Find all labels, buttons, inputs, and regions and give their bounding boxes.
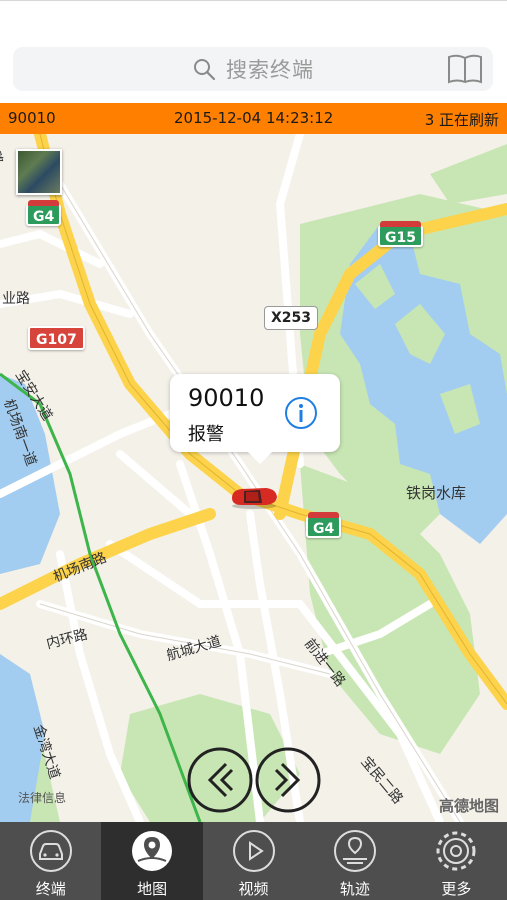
next-vehicle-button[interactable] [254, 746, 322, 814]
search-input[interactable]: 搜索终端 [13, 47, 493, 91]
book-icon[interactable] [447, 53, 483, 85]
vehicle-id: 90010 [8, 109, 56, 127]
app-root: 搜索终端 90010 2015-12-04 14:23:12 3 正在刷新 G4… [0, 0, 507, 900]
tab-track[interactable]: 轨迹 [304, 822, 405, 900]
highway-shield-g15: G15 [378, 221, 423, 247]
tab-label: 视频 [238, 880, 269, 898]
tab-terminal[interactable]: 终端 [0, 822, 101, 900]
info-icon[interactable] [284, 396, 318, 430]
status-bar: 90010 2015-12-04 14:23:12 3 正在刷新 [0, 103, 507, 134]
tab-label: 地图 [137, 880, 168, 898]
search-icon [194, 59, 216, 81]
track-icon [333, 830, 376, 872]
tab-video[interactable]: 视频 [203, 822, 304, 900]
tab-bar: 终端 地图 视频 轨迹 更多 [0, 822, 507, 900]
callout-subtitle: 报警 [188, 424, 224, 445]
highway-shield-g4-mid: G4 [306, 512, 342, 538]
tab-map[interactable]: 地图 [101, 822, 203, 900]
refresh-status[interactable]: 3 正在刷新 [425, 109, 499, 130]
map-label-ye-road: 业路 [2, 291, 30, 307]
highway-shield-g107: G107 [28, 326, 85, 350]
search-placeholder: 搜索终端 [226, 58, 314, 82]
map-base [0, 134, 507, 822]
tab-label: 终端 [35, 880, 66, 898]
map-view[interactable]: G4 G15 X253 G107 G4 环路 业路 宝安大道 机场南一道 机场南… [0, 134, 507, 822]
search-header: 搜索终端 [0, 0, 507, 103]
callout-title: 90010 [188, 384, 265, 412]
highway-shield-g4-top: G4 [26, 200, 62, 226]
tab-label: 更多 [441, 880, 472, 898]
map-pin-icon [132, 831, 173, 871]
status-datetime: 2015-12-04 14:23:12 [174, 109, 334, 127]
map-provider-logo: 高德地图 [438, 797, 499, 815]
satellite-toggle[interactable] [16, 149, 62, 195]
gear-icon [436, 831, 476, 871]
prev-vehicle-button[interactable] [186, 746, 254, 814]
legal-info-link[interactable]: 法律信息 [18, 789, 66, 806]
map-label-reservoir: 铁岗水库 [406, 484, 467, 502]
tab-more[interactable]: 更多 [406, 822, 507, 900]
vehicle-callout[interactable]: 90010 报警 [170, 374, 340, 464]
car-icon [29, 830, 72, 872]
road-shield-x253: X253 [264, 306, 319, 330]
play-icon [232, 830, 275, 872]
vehicle-marker-icon[interactable] [228, 484, 280, 510]
tab-label: 轨迹 [339, 880, 370, 898]
search-inner: 搜索终端 [13, 47, 493, 91]
